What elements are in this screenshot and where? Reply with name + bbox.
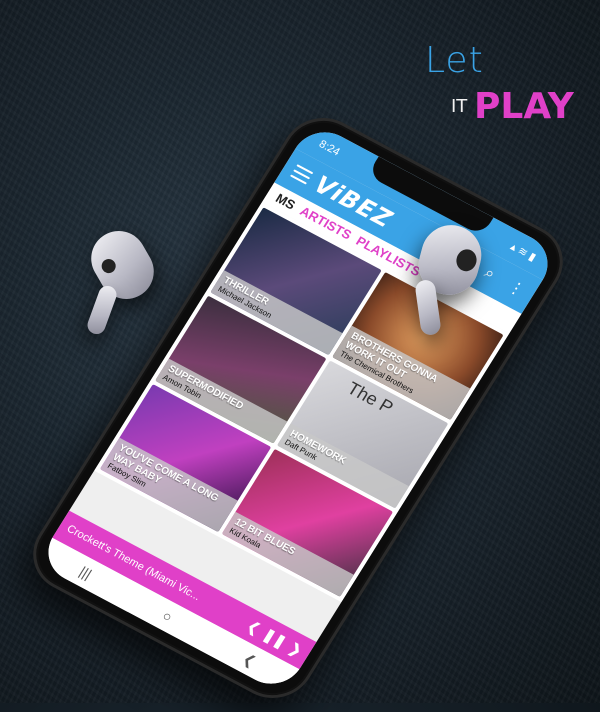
- earbud-speaker-mesh: [99, 256, 119, 276]
- phone-mockup: 8:24 ▴ ≋ ▮ ViBEZ ⌕ ⋮ MS ARTISTS PLAYLIST…: [17, 95, 579, 712]
- pause-button[interactable]: ❚❚: [260, 625, 290, 650]
- previous-track-button[interactable]: ❮: [244, 617, 264, 637]
- recent-apps-button[interactable]: |||: [77, 563, 95, 582]
- status-time: 8:24: [316, 138, 342, 159]
- more-options-icon[interactable]: ⋮: [504, 276, 529, 301]
- phone-screen: 8:24 ▴ ≋ ▮ ViBEZ ⌕ ⋮ MS ARTISTS PLAYLIST…: [36, 121, 560, 695]
- back-button[interactable]: ❮: [240, 650, 259, 670]
- hamburger-menu-icon[interactable]: [289, 164, 314, 185]
- search-icon[interactable]: ⌕: [481, 264, 498, 284]
- phone-body: 8:24 ▴ ≋ ▮ ViBEZ ⌕ ⋮ MS ARTISTS PLAYLIST…: [17, 104, 579, 712]
- earbud-speaker-mesh: [453, 247, 479, 274]
- home-button[interactable]: ○: [159, 607, 175, 625]
- tagline-let: Let: [425, 40, 484, 81]
- album-artist: Kid Koala: [227, 526, 263, 550]
- next-track-button[interactable]: ❯: [286, 639, 306, 659]
- status-icons: ▴ ≋ ▮: [508, 240, 539, 264]
- album-title: 12 BIT BLUES: [232, 516, 298, 558]
